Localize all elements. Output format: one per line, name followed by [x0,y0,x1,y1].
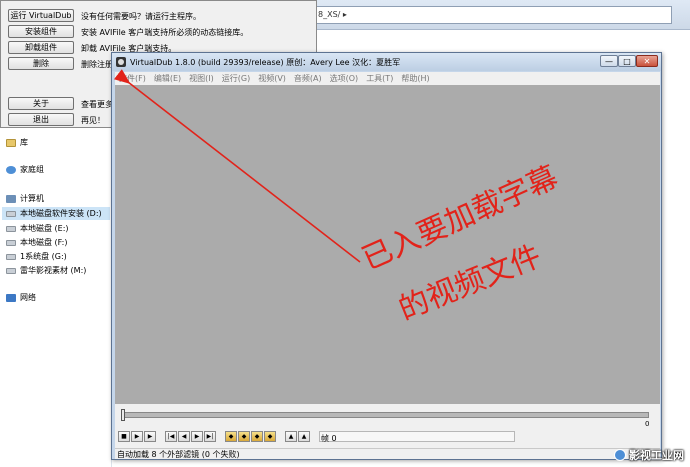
menu-video[interactable]: 视频(V) [258,73,286,84]
nav-item-label: 本地磁盘 (E:) [20,224,69,233]
nav-item-label: 家庭组 [20,165,44,174]
position-slider-thumb[interactable] [121,409,125,421]
nav-item-network[interactable]: 网络 [6,291,36,304]
window-title: VirtualDub 1.8.0 (build 29393/release) 原… [130,57,401,67]
nav-item-label: 1系统盘 (G:) [20,252,67,261]
drive-icon [6,239,16,246]
watermark-logo-icon [614,449,626,461]
homegroup-icon [6,165,16,174]
helper-text: 再见！ [81,116,105,125]
drive-icon [6,267,16,274]
frame-label: 帧 0 [321,434,337,443]
drive-icon [6,210,16,217]
nav-item-label: 本地磁盘 (F:) [20,238,68,247]
scene-forward-icon[interactable]: ◆ [264,431,276,442]
nav-item-label: 雷华影视素材 (M:) [20,266,87,275]
nav-item-library[interactable]: 库 [6,136,28,149]
mark-in-icon[interactable]: ▲ [285,431,297,442]
nav-item-computer[interactable]: 计算机 [6,192,44,205]
prev-frame-icon[interactable]: ◀ [178,431,190,442]
next-keyframe-icon[interactable]: ◆ [238,431,250,442]
menu-run[interactable]: 运行(G) [222,73,250,84]
explorer-nav-pane: 库 家庭组 计算机 本地磁盘软件安装 (D:) 本地磁盘 (E:) 本地磁盘 (… [0,126,112,467]
nav-item-label: 计算机 [20,194,44,203]
drive-icon [6,253,16,260]
computer-icon [6,194,16,203]
position-slider-track[interactable] [123,412,649,418]
go-start-icon[interactable]: |◀ [165,431,177,442]
slider-end-label: 0 [645,420,650,428]
timeline-panel: 0 ■ ▶ ▶ |◀ ◀ ▶ ▶| ◆ ◆ ◆ ◆ ▲ ▲ 帧 0 [115,404,660,448]
library-icon [6,138,16,147]
nav-item-label: 库 [20,138,28,147]
menu-file[interactable]: 文件(F) [119,73,146,84]
exit-button[interactable]: 退出 [8,113,74,126]
menu-bar: 文件(F) 编辑(E) 视图(I) 运行(G) 视频(V) 音频(A) 选项(O… [115,72,660,85]
watermark: 影视工业网 [614,447,684,463]
play-input-icon[interactable]: ▶ [131,431,143,442]
nav-item-label: 本地磁盘软件安装 (D:) [20,209,102,218]
nav-item-homegroup[interactable]: 家庭组 [6,163,44,176]
helper-text: 删除注册 [81,60,113,69]
go-end-icon[interactable]: ▶| [204,431,216,442]
mark-out-icon[interactable]: ▲ [298,431,310,442]
virtualdub-window: VirtualDub 1.8.0 (build 29393/release) 原… [111,52,662,460]
title-bar[interactable]: VirtualDub 1.8.0 (build 29393/release) 原… [112,53,661,71]
maximize-button[interactable]: □ [618,55,636,67]
network-icon [6,293,16,302]
video-workspace[interactable] [115,85,660,404]
next-frame-icon[interactable]: ▶ [191,431,203,442]
nav-item-drive-e[interactable]: 本地磁盘 (E:) [6,222,69,235]
virtualdub-app-icon [116,57,126,67]
watermark-text: 影视工业网 [629,449,684,462]
menu-help[interactable]: 帮助(H) [401,73,429,84]
stop-icon[interactable]: ■ [118,431,130,442]
run-virtualdub-button[interactable]: 运行 VirtualDub [8,9,74,22]
nav-item-drive-g[interactable]: 1系统盘 (G:) [6,250,67,263]
minimize-button[interactable]: — [600,55,618,67]
install-component-button[interactable]: 安装组件 [8,25,74,38]
nav-item-drive-d[interactable]: 本地磁盘软件安装 (D:) [2,207,110,220]
uninstall-component-button[interactable]: 卸载组件 [8,41,74,54]
menu-view[interactable]: 视图(I) [189,73,214,84]
nav-item-label: 网络 [20,293,36,302]
status-bar: 自动加载 8 个外部滤镜 (0 个失败) [115,448,660,459]
menu-options[interactable]: 选项(O) [330,73,359,84]
address-bar[interactable]: 8_XS/ ▸ [312,6,672,24]
helper-text: 查看更多 [81,100,113,109]
play-output-icon[interactable]: ▶ [144,431,156,442]
drive-icon [6,225,16,232]
helper-text: 没有任何需要吗？请运行主程序。 [81,12,201,21]
frame-indicator [319,431,515,442]
close-button[interactable]: ✕ [636,55,658,67]
prev-keyframe-icon[interactable]: ◆ [225,431,237,442]
scene-back-icon[interactable]: ◆ [251,431,263,442]
nav-item-drive-f[interactable]: 本地磁盘 (F:) [6,236,67,249]
about-button[interactable]: 关于 [8,97,74,110]
delete-button[interactable]: 删除 [8,57,74,70]
menu-audio[interactable]: 音频(A) [294,73,322,84]
nav-item-drive-m[interactable]: 雷华影视素材 (M:) [6,264,86,277]
menu-edit[interactable]: 编辑(E) [154,73,181,84]
menu-tools[interactable]: 工具(T) [366,73,393,84]
helper-text: 安装 AVIFile 客户端支持所必须的动态链接库。 [81,28,249,37]
